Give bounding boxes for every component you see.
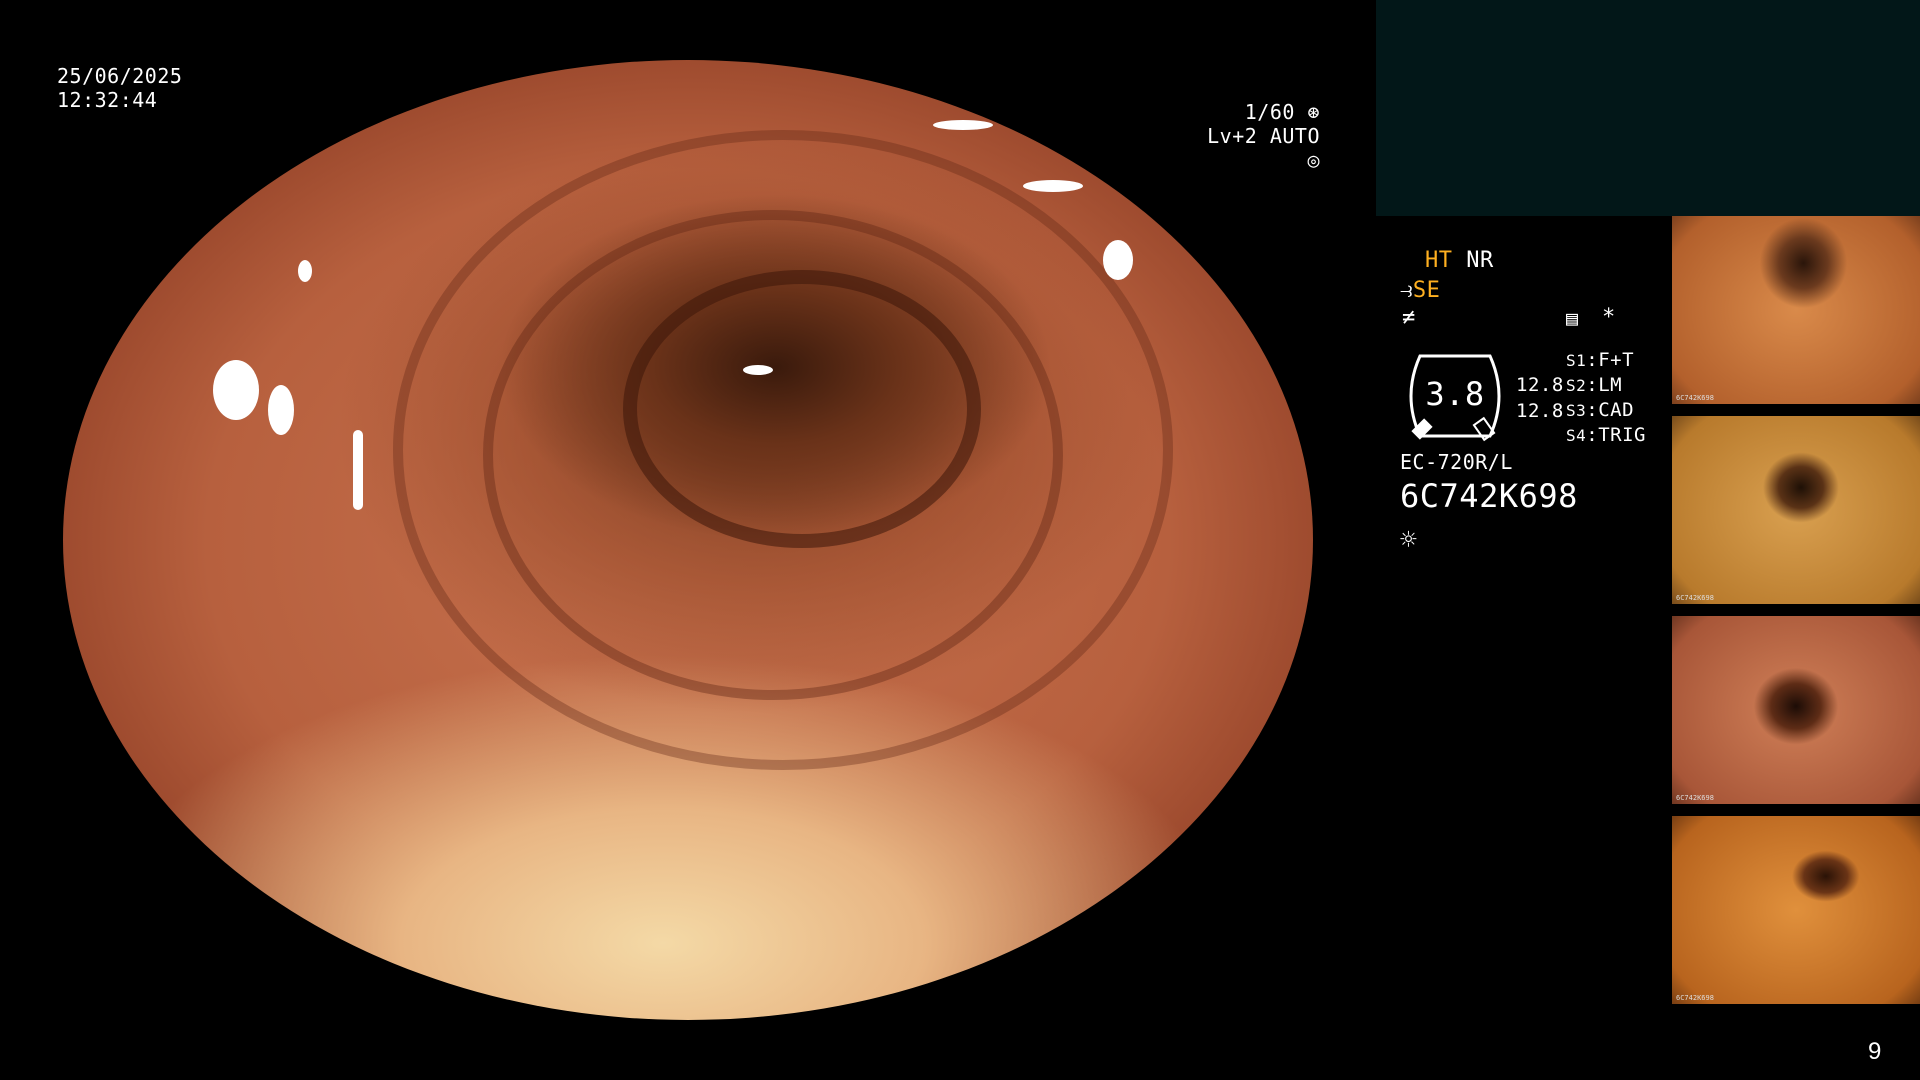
thumbnail-3[interactable]: 6C742K698 (1672, 616, 1920, 804)
asterisk-text: * (1602, 305, 1616, 330)
info-panel-top (1376, 0, 1920, 216)
thumbnail-label: 6C742K698 (1676, 594, 1714, 602)
thumbnail-1[interactable]: 6C742K698 (1672, 216, 1920, 404)
enhance-icon: ≠ (1402, 305, 1416, 330)
gauge-value: 3.8 (1425, 375, 1485, 413)
setting-row: S3:CAD (1566, 399, 1635, 421)
iris-icon: ◎ (1307, 148, 1320, 172)
setting-row: S4:TRIG (1566, 424, 1646, 446)
shutter-text: 1/60 (1244, 100, 1295, 124)
setting-row: S2:LM (1566, 374, 1623, 396)
setting-row: S1:F+T (1566, 349, 1635, 371)
light-icon: ☼ (1400, 523, 1418, 556)
glare-spot (933, 120, 993, 130)
mode-status: HT NR (1425, 246, 1494, 276)
se-status-row: ⥽SE (1400, 276, 1440, 306)
glare-spot (213, 360, 259, 420)
value-b: 12.8 (1516, 400, 1564, 422)
scope-model: EC-720R/L (1400, 450, 1513, 474)
aperture-icon: ⊛ (1307, 100, 1320, 124)
se-status: SE (1412, 278, 1441, 303)
glare-spot (1103, 240, 1133, 280)
glare-spot (268, 385, 294, 435)
record-icon: ▤ (1566, 306, 1579, 330)
exposure-readout: 1/60 ⊛ Lv+2 AUTO ◎ (1196, 100, 1320, 172)
glare-spot (353, 430, 363, 510)
mode-text: AUTO (1269, 124, 1320, 148)
page-number: 9 (1868, 1038, 1882, 1065)
colon-lumen-image (63, 60, 1313, 1020)
value-readouts: 12.8 12.8 (1516, 372, 1564, 424)
mucosal-fold (623, 270, 981, 548)
datetime-readout: 25/06/2025 12:32:44 (57, 64, 182, 112)
thumbnail-label: 6C742K698 (1676, 394, 1714, 402)
scope-serial: 6C742K698 (1400, 477, 1578, 515)
date-text: 25/06/2025 (57, 64, 183, 88)
glare-spot (298, 260, 312, 282)
ht-status: HT (1425, 248, 1453, 273)
glare-spot (1023, 180, 1083, 192)
glare-spot (743, 365, 773, 375)
nr-status: NR (1466, 248, 1494, 273)
value-a: 12.8 (1516, 374, 1564, 396)
thumbnail-label: 6C742K698 (1676, 994, 1714, 1002)
thumbnail-4[interactable]: 6C742K698 (1672, 816, 1920, 1004)
settings-list: S1:F+T S2:LM S3:CAD S4:TRIG (1566, 348, 1646, 448)
endoscope-view (63, 60, 1313, 1020)
thumbnail-2[interactable]: 6C742K698 (1672, 416, 1920, 604)
level-text: Lv+2 (1207, 124, 1258, 148)
thumbnail-label: 6C742K698 (1676, 794, 1714, 802)
time-text: 12:32:44 (57, 88, 158, 112)
hand-icon: ⥽ (1400, 278, 1413, 303)
